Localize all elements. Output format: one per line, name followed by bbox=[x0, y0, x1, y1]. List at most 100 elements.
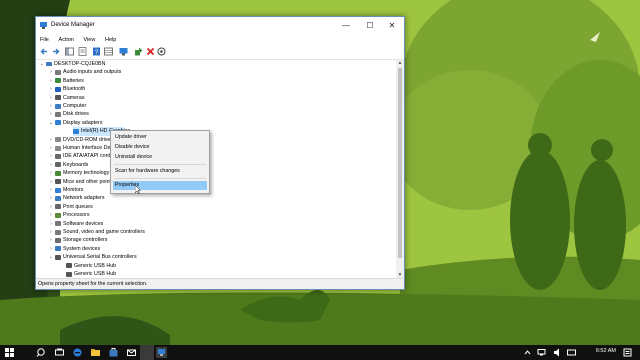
edge-browser-icon[interactable] bbox=[72, 347, 83, 358]
expand-chevron-icon[interactable]: › bbox=[48, 110, 54, 118]
expand-chevron-icon[interactable]: › bbox=[48, 94, 54, 102]
tree-item[interactable]: › Keyboards bbox=[37, 161, 393, 169]
tree-item[interactable]: ⌄ Display adapters bbox=[37, 119, 393, 127]
expand-chevron-icon[interactable]: › bbox=[48, 186, 54, 194]
expand-chevron-icon[interactable]: › bbox=[48, 144, 54, 152]
enable-device-icon[interactable] bbox=[157, 47, 166, 56]
action-center-icon[interactable] bbox=[622, 347, 633, 358]
tree-item-label: Disk drives bbox=[63, 111, 89, 118]
network-icon bbox=[55, 195, 61, 201]
menu-item-update-driver[interactable]: Update driver bbox=[113, 133, 207, 142]
menu-item-properties[interactable]: Properties bbox=[113, 181, 207, 190]
task-view-icon[interactable] bbox=[54, 347, 65, 358]
tree-item[interactable]: › Memory technology devices bbox=[37, 169, 393, 177]
scrollbar-thumb[interactable] bbox=[398, 68, 402, 258]
tree-item[interactable]: › Audio inputs and outputs bbox=[37, 68, 393, 76]
expand-chevron-icon[interactable]: › bbox=[48, 85, 54, 93]
search-icon[interactable] bbox=[36, 347, 47, 358]
collapse-chevron-icon[interactable]: ⌄ bbox=[39, 60, 45, 68]
store-icon[interactable] bbox=[108, 347, 119, 358]
collapse-chevron-icon[interactable]: ⌄ bbox=[48, 253, 54, 261]
camera-icon bbox=[55, 95, 61, 101]
minimize-button[interactable]: — bbox=[338, 20, 354, 32]
menu-item-uninstall-device[interactable]: Uninstall device bbox=[113, 153, 207, 162]
tree-item[interactable]: › Network adapters bbox=[37, 194, 393, 202]
expand-chevron-icon[interactable]: › bbox=[48, 68, 54, 76]
tree-item[interactable]: › Storage controllers bbox=[37, 236, 393, 244]
expand-chevron-icon[interactable]: › bbox=[48, 102, 54, 110]
close-button[interactable]: ✕ bbox=[384, 20, 400, 32]
tree-item-label: Generic USB Hub bbox=[74, 271, 117, 277]
maximize-button[interactable]: ☐ bbox=[362, 20, 378, 32]
tree-item[interactable]: › System devices bbox=[37, 245, 393, 253]
expand-chevron-icon[interactable]: › bbox=[48, 245, 54, 253]
tree-item[interactable]: › Mice and other pointing devices bbox=[37, 178, 393, 186]
tree-item[interactable]: › Cameras bbox=[37, 94, 393, 102]
tree-item[interactable]: › Sound, video and game controllers bbox=[37, 228, 393, 236]
expand-chevron-icon[interactable]: › bbox=[48, 136, 54, 144]
tree-item[interactable]: › Computer bbox=[37, 102, 393, 110]
vertical-scrollbar[interactable]: ▲ ▼ bbox=[396, 60, 404, 278]
tree-item-label: Processors bbox=[63, 212, 90, 219]
show-hidden-icons-chevron-icon[interactable] bbox=[522, 347, 533, 358]
tree-item[interactable]: › IDE ATA/ATAPI controllers bbox=[37, 152, 393, 160]
expand-chevron-icon[interactable]: › bbox=[48, 194, 54, 202]
menu-view[interactable]: View bbox=[80, 35, 100, 45]
sound-icon bbox=[55, 229, 61, 235]
menu-bar: File Action View Help bbox=[36, 35, 404, 45]
uninstall-icon[interactable] bbox=[146, 47, 155, 56]
tree-item[interactable]: › Disk drives bbox=[37, 110, 393, 118]
properties-icon[interactable] bbox=[78, 47, 87, 56]
expand-chevron-icon[interactable]: › bbox=[48, 203, 54, 211]
forward-arrow-icon[interactable] bbox=[51, 47, 60, 56]
expand-chevron-icon[interactable]: › bbox=[48, 228, 54, 236]
keyboard-language-icon[interactable] bbox=[566, 347, 577, 358]
tree-item[interactable]: Generic USB Hub bbox=[37, 270, 393, 278]
tree-item[interactable]: Generic USB Hub bbox=[37, 262, 393, 270]
battery-icon bbox=[55, 78, 61, 84]
expand-chevron-icon[interactable]: › bbox=[48, 220, 54, 228]
tree-item[interactable]: › DVD/CD-ROM drives bbox=[37, 136, 393, 144]
tree-item[interactable]: › Print queues bbox=[37, 203, 393, 211]
tree-root[interactable]: ⌄ DESKTOP-CQJE0BN bbox=[37, 60, 393, 68]
collapse-chevron-icon[interactable]: ⌄ bbox=[48, 119, 54, 127]
show-hide-console-tree-icon[interactable] bbox=[65, 47, 74, 56]
tree-item[interactable]: ⌄ Universal Serial Bus controllers bbox=[37, 253, 393, 261]
expand-chevron-icon[interactable]: › bbox=[48, 169, 54, 177]
menu-item-scan-hardware[interactable]: Scan for hardware changes bbox=[113, 167, 207, 176]
view-details-icon[interactable] bbox=[104, 47, 113, 56]
monitor-scan-icon[interactable] bbox=[119, 47, 128, 56]
expand-chevron-icon[interactable]: › bbox=[48, 77, 54, 85]
scroll-up-arrow-icon[interactable]: ▲ bbox=[396, 60, 404, 66]
expand-chevron-icon[interactable]: › bbox=[48, 152, 54, 160]
tree-item-label: Print queues bbox=[63, 203, 93, 210]
mail-icon[interactable] bbox=[126, 347, 137, 358]
taskbar-clock[interactable]: 6:52 AM bbox=[596, 348, 616, 354]
tree-item[interactable]: › Bluetooth bbox=[37, 85, 393, 93]
title-bar[interactable]: Device Manager — ☐ ✕ bbox=[36, 17, 404, 35]
tree-item[interactable]: › Human Interface Devices bbox=[37, 144, 393, 152]
tree-item[interactable]: › Processors bbox=[37, 211, 393, 219]
menu-help[interactable]: Help bbox=[101, 35, 120, 45]
tree-item[interactable]: › Monitors bbox=[37, 186, 393, 194]
menu-file[interactable]: File bbox=[36, 35, 53, 45]
menu-action[interactable]: Action bbox=[55, 35, 78, 45]
network-icon[interactable] bbox=[536, 347, 547, 358]
windows-start-icon[interactable] bbox=[4, 347, 15, 358]
expand-chevron-icon[interactable]: › bbox=[48, 161, 54, 169]
menu-item-disable-device[interactable]: Disable device bbox=[113, 143, 207, 152]
update-driver-icon[interactable] bbox=[134, 47, 143, 56]
back-arrow-icon[interactable] bbox=[40, 47, 49, 56]
tree-item-label: Display adapters bbox=[63, 119, 103, 126]
help-icon[interactable]: ? bbox=[92, 47, 101, 56]
expand-chevron-icon[interactable]: › bbox=[48, 236, 54, 244]
tree-item[interactable]: › Software devices bbox=[37, 220, 393, 228]
expand-chevron-icon[interactable]: › bbox=[48, 178, 54, 186]
keyboard-icon bbox=[55, 162, 61, 168]
file-explorer-icon[interactable] bbox=[90, 347, 101, 358]
device-manager-taskbar-icon[interactable] bbox=[156, 347, 167, 358]
volume-icon[interactable] bbox=[552, 347, 563, 358]
device-manager-window: Device Manager — ☐ ✕ File Action View He… bbox=[35, 16, 405, 290]
expand-chevron-icon[interactable]: › bbox=[48, 211, 54, 219]
tree-item[interactable]: › Batteries bbox=[37, 77, 393, 85]
